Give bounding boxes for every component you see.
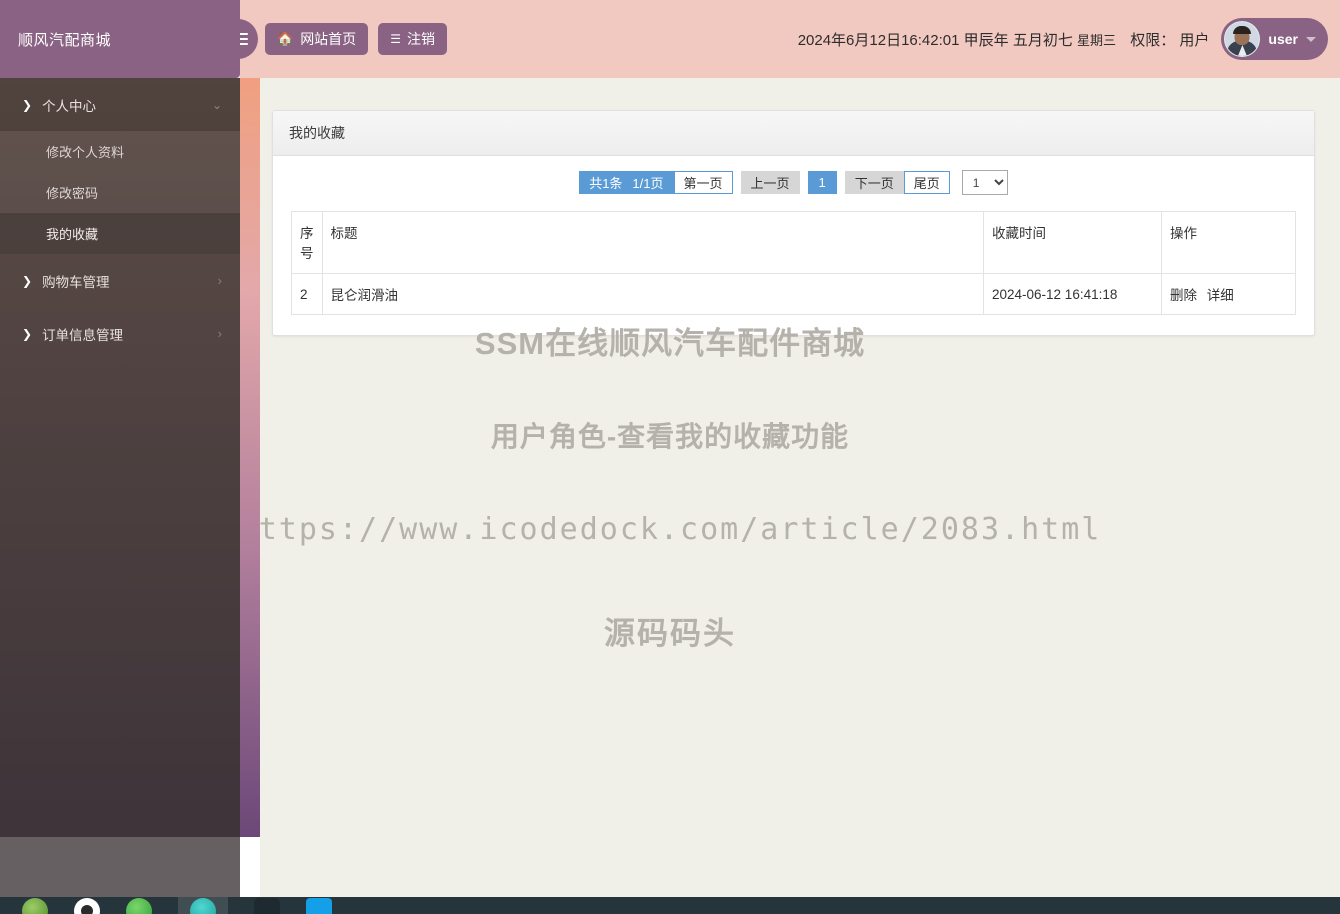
favorites-panel: 我的收藏 共1条 1/1页 第一页 上一页 1 下一页 尾页 1 序号 标题 收… — [272, 110, 1315, 336]
topbar-right-cluster: 2024年6月12日16:42:01 甲辰年 五月初七 星期三 权限： 用户 u… — [798, 18, 1340, 60]
sidebar-group-label: 订单信息管理 — [42, 327, 124, 343]
chevron-right-end-icon: › — [217, 273, 222, 288]
sidebar-group-label: 购物车管理 — [42, 274, 110, 290]
last-page-button[interactable]: 尾页 — [903, 171, 950, 194]
page-size-select[interactable]: 1 — [961, 170, 1008, 195]
chevron-down-icon — [1306, 36, 1316, 42]
top-header-bar: 🏠 网站首页 ☰ 注销 2024年6月12日16:42:01 甲辰年 五月初七 … — [218, 0, 1340, 78]
sidebar-item-change-password[interactable]: 修改密码 — [0, 172, 240, 213]
chevron-right-icon: ❯ — [22, 273, 33, 288]
browser-app-icon[interactable] — [74, 898, 100, 914]
sidebar-item-label: 修改个人资料 — [46, 145, 125, 160]
chevron-right-end-icon: › — [217, 326, 222, 341]
sidebar-nav: ❯ 个人中心 ⌄ 修改个人资料 修改密码 我的收藏 ❯ 购物车管理 › ❯ 订单… — [0, 78, 240, 914]
page-number-1[interactable]: 1 — [807, 171, 837, 194]
brand-logo-text: 顺风汽配商城 — [18, 31, 112, 49]
bars-icon: ☰ — [390, 32, 401, 46]
sidebar-item-my-favorites[interactable]: 我的收藏 — [0, 213, 240, 254]
chevron-right-icon: ❯ — [22, 97, 33, 112]
green-app-icon[interactable] — [126, 898, 152, 914]
sidebar-item-label: 修改密码 — [46, 186, 99, 201]
sidebar-group-order-management[interactable]: ❯ 订单信息管理 › — [0, 307, 240, 360]
avatar — [1224, 21, 1261, 57]
pagination-total: 共1条 — [589, 176, 623, 191]
sidebar-group-personal-center[interactable]: ❯ 个人中心 ⌄ — [0, 78, 240, 131]
favorites-table: 序号 标题 收藏时间 操作 2 昆仑润滑油 2024-06-12 16:41:1… — [291, 211, 1296, 315]
cell-time: 2024-06-12 16:41:18 — [983, 273, 1162, 315]
weekday-text: 星期三 — [1077, 32, 1117, 48]
main-content-area: 我的收藏 共1条 1/1页 第一页 上一页 1 下一页 尾页 1 序号 标题 收… — [260, 78, 1340, 914]
datetime-text: 2024年6月12日16:42:01 — [797, 31, 960, 49]
column-header-time: 收藏时间 — [983, 211, 1162, 274]
column-header-actions: 操作 — [1161, 211, 1296, 274]
permission-label: 权限： — [1130, 31, 1176, 49]
os-taskbar — [0, 897, 1340, 914]
active-window-slot[interactable] — [178, 897, 228, 914]
pagination-page-indicator: 1/1页 — [632, 176, 664, 191]
next-page-button[interactable]: 下一页 — [844, 171, 904, 194]
desktop-background-strip-right — [240, 837, 260, 897]
lunar-date-text: 五月初七 — [1012, 31, 1073, 49]
permission-value: 用户 — [1179, 31, 1210, 49]
logout-button-label: 注销 — [406, 31, 435, 47]
table-head: 序号 标题 收藏时间 操作 — [291, 211, 1296, 274]
pagination-summary: 共1条 1/1页 — [579, 171, 674, 194]
brand-logo-block[interactable]: 顺风汽配商城 — [0, 0, 240, 78]
sidebar-item-edit-profile[interactable]: 修改个人资料 — [0, 131, 240, 172]
user-name-label: user — [1268, 31, 1298, 47]
chevron-down-icon: ⌄ — [211, 97, 222, 112]
accent-gradient-strip — [240, 78, 260, 837]
desktop-background-strip — [0, 837, 240, 897]
cell-title: 昆仑润滑油 — [321, 273, 984, 315]
files-app-icon[interactable] — [22, 898, 48, 914]
sidebar-group-cart-management[interactable]: ❯ 购物车管理 › — [0, 254, 240, 307]
logout-button[interactable]: ☰ 注销 — [378, 23, 447, 55]
sidebar-item-label: 我的收藏 — [46, 227, 99, 242]
table-row[interactable]: 2 昆仑润滑油 2024-06-12 16:41:18 删除 详细 — [291, 273, 1296, 315]
teal-app-icon[interactable] — [190, 898, 216, 914]
cell-actions: 删除 详细 — [1161, 273, 1296, 315]
editor-app-icon[interactable] — [306, 898, 332, 914]
datetime-info: 2024年6月12日16:42:01 甲辰年 五月初七 星期三 权限： 用户 — [798, 29, 1210, 50]
table-header-row: 序号 标题 收藏时间 操作 — [291, 211, 1296, 274]
terminal-app-icon[interactable] — [254, 898, 280, 914]
panel-header: 我的收藏 — [273, 111, 1314, 156]
home-icon: 🏠 — [277, 31, 294, 46]
table-body: 2 昆仑润滑油 2024-06-12 16:41:18 删除 详细 — [291, 273, 1296, 315]
cell-index: 2 — [291, 273, 323, 315]
column-header-index: 序号 — [291, 211, 323, 274]
chevron-right-icon: ❯ — [22, 326, 33, 341]
detail-link[interactable]: 详细 — [1207, 288, 1234, 303]
home-button[interactable]: 🏠 网站首页 — [265, 23, 369, 55]
prev-page-button[interactable]: 上一页 — [740, 171, 800, 194]
ganzhi-year-text: 甲辰年 — [963, 31, 1009, 49]
column-header-title: 标题 — [321, 211, 984, 274]
delete-link[interactable]: 删除 — [1170, 288, 1197, 303]
page-title: 我的收藏 — [289, 125, 345, 141]
left-column: 顺风汽配商城 ❯ 个人中心 ⌄ 修改个人资料 修改密码 我的收藏 ❯ 购物车管理… — [0, 0, 240, 914]
pagination-bar: 共1条 1/1页 第一页 上一页 1 下一页 尾页 1 — [291, 170, 1296, 195]
sidebar-group-label: 个人中心 — [42, 98, 97, 114]
user-menu-button[interactable]: user — [1221, 18, 1328, 60]
home-button-label: 网站首页 — [300, 31, 357, 47]
panel-body: 共1条 1/1页 第一页 上一页 1 下一页 尾页 1 序号 标题 收藏时间 操… — [273, 156, 1314, 335]
first-page-button[interactable]: 第一页 — [673, 171, 733, 194]
sidebar-submenu-personal-center: 修改个人资料 修改密码 我的收藏 — [0, 131, 240, 254]
